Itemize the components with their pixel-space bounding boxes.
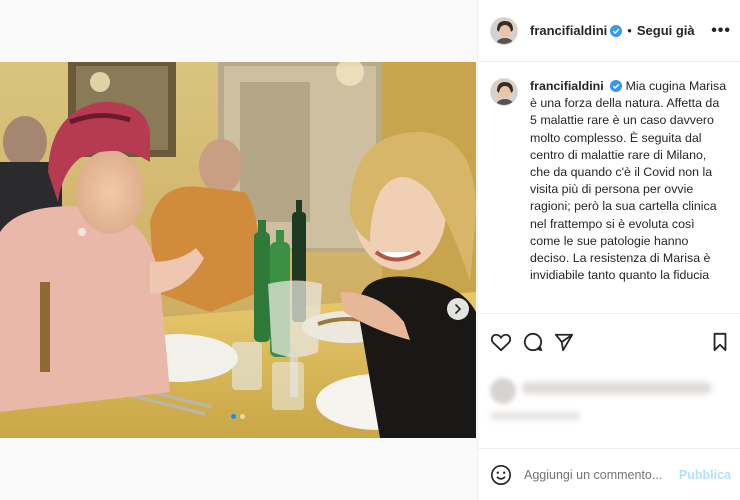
- post-username[interactable]: francifialdini: [530, 23, 607, 38]
- blurred-likes-text: [522, 382, 712, 394]
- instagram-post-page: francifialdini • Segui già ••• francifia…: [0, 0, 740, 500]
- verified-badge-icon: [610, 24, 623, 37]
- avatar-image: [491, 17, 517, 44]
- emoji-icon[interactable]: [490, 464, 512, 486]
- post-photo[interactable]: [0, 62, 476, 438]
- chevron-right-icon: [455, 304, 462, 314]
- carousel-dot: [240, 414, 245, 419]
- blurred-liker-avatar: [490, 378, 516, 404]
- send-icon[interactable]: [554, 332, 574, 352]
- post-side-panel: francifialdini • Segui già ••• francifia…: [477, 0, 740, 500]
- caption-avatar[interactable]: [490, 78, 518, 106]
- header-separator: •: [627, 23, 632, 38]
- comment-bar: Pubblica: [478, 448, 740, 500]
- heart-icon[interactable]: [490, 332, 512, 352]
- carousel-dot-active: [231, 414, 236, 419]
- avatar-image: [491, 79, 517, 105]
- carousel-indicator: [0, 414, 476, 419]
- caption-text: Mia cugina Marisa è una forza della natu…: [530, 79, 727, 283]
- caption-username[interactable]: francifialdini: [530, 79, 604, 93]
- carousel-next-button[interactable]: [447, 298, 469, 320]
- comment-icon[interactable]: [523, 332, 543, 352]
- more-options-icon[interactable]: •••: [711, 22, 731, 40]
- bookmark-icon[interactable]: [712, 332, 728, 352]
- post-actions: [478, 313, 740, 371]
- restaurant-photo-illustration: [0, 62, 476, 438]
- avatar[interactable]: [490, 16, 518, 45]
- comment-input[interactable]: [524, 467, 674, 482]
- post-header: francifialdini • Segui già •••: [478, 0, 740, 62]
- blurred-timestamp: [490, 412, 580, 420]
- post-caption: francifialdini Mia cugina Marisa è una f…: [490, 78, 730, 284]
- publish-button[interactable]: Pubblica: [679, 468, 731, 482]
- caption-text-block: francifialdini Mia cugina Marisa è una f…: [530, 78, 728, 284]
- likes-section-blurred: [490, 372, 720, 432]
- verified-badge-icon: [610, 80, 623, 92]
- following-button[interactable]: Segui già: [637, 23, 695, 38]
